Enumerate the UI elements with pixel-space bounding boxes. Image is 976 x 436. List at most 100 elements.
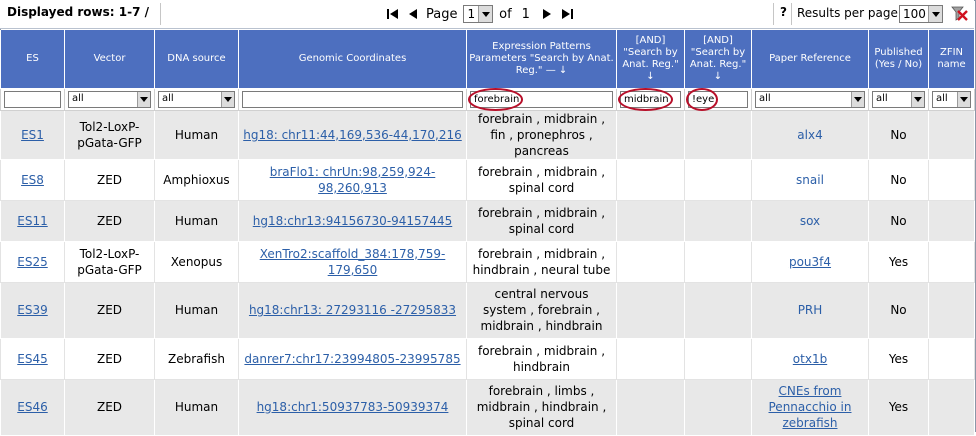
paper-cell: otx1b <box>751 337 869 380</box>
expression-cell: forebrain , midbrain , spinal cord <box>466 158 617 201</box>
filter-cell <box>238 88 467 111</box>
vector-filter-value: all <box>72 93 84 104</box>
and-filter-input-1[interactable]: midbrain <box>618 87 681 111</box>
es-filter-input[interactable] <box>4 90 61 108</box>
coordinates-link[interactable]: danrer7:chr17:23994805-23995785 <box>244 352 460 366</box>
filter-cell: forebrain <box>466 87 617 111</box>
vector-cell: ZED <box>64 199 155 242</box>
header-zfin-name[interactable]: ZFIN name <box>928 30 975 89</box>
and-cell-1 <box>616 109 685 160</box>
vector-cell: ZED <box>64 337 155 380</box>
results-per-page-value: 100 <box>903 7 926 21</box>
toolbar: Displayed rows: 1-7 / Page 1 of 1 ? Resu… <box>0 0 974 29</box>
vector-cell: ZED <box>64 158 155 201</box>
es-link[interactable]: ES45 <box>17 352 47 366</box>
prev-page-icon[interactable] <box>406 7 420 21</box>
expression-filter-input[interactable]: forebrain <box>467 87 613 111</box>
last-page-icon[interactable] <box>560 7 574 21</box>
coordinates-link[interactable]: hg18:chr13: 27293116 -27295833 <box>249 303 456 317</box>
table-row: ES45 ZED Zebrafish danrer7:chr17:2399480… <box>0 337 975 380</box>
help-button[interactable]: ? <box>780 5 787 19</box>
next-page-icon[interactable] <box>540 7 554 21</box>
es-link[interactable]: ES46 <box>17 400 47 414</box>
and-filter-input-2[interactable]: !eye <box>685 87 748 111</box>
es-cell: ES25 <box>0 240 65 283</box>
dropdown-arrow-icon <box>137 91 150 107</box>
displayed-rows-label: Displayed rows: 1-7 / <box>7 5 149 19</box>
paper-filter-select[interactable]: all <box>755 90 865 108</box>
paper-cell: sox <box>751 199 869 242</box>
dna-source-filter-select[interactable]: all <box>158 90 235 108</box>
header-dna-source[interactable]: DNA source <box>154 30 239 89</box>
vector-cell: ZED <box>64 378 155 436</box>
coordinates-link[interactable]: hg18: chr11:44,169,536-44,170,216 <box>243 128 462 142</box>
filter-cell <box>0 88 65 111</box>
filter-cell: all <box>154 88 239 111</box>
expression-cell: forebrain , midbrain , spinal cord <box>466 199 617 242</box>
published-cell: Yes <box>868 240 929 283</box>
coordinates-link[interactable]: hg18:chr13:94156730-94157445 <box>253 214 452 228</box>
published-filter-select[interactable]: all <box>872 90 925 108</box>
table-row: ES1 Tol2-LoxP-pGata-GFP Human hg18: chr1… <box>0 109 975 160</box>
published-filter-value: all <box>876 93 888 104</box>
filter-row: all all forebrain midbrain !eye all all … <box>0 87 975 111</box>
expression-cell: forebrain , midbrain , fin , pronephros … <box>466 109 617 160</box>
expression-cell: forebrain , midbrain , hindbrain , neura… <box>466 240 617 283</box>
dropdown-arrow-icon <box>851 91 864 107</box>
coordinates-link[interactable]: hg18:chr1:50937783-50939374 <box>257 400 449 414</box>
and-cell-2 <box>684 199 752 242</box>
paper-link[interactable]: pou3f4 <box>789 255 831 269</box>
header-and-anat-reg-2[interactable]: [AND] "Search by Anat. Reg." ↓ <box>684 30 752 89</box>
zfin-filter-select[interactable]: all <box>932 90 971 108</box>
coordinates-filter-input[interactable] <box>242 90 463 108</box>
table-row: ES11 ZED Human hg18:chr13:94156730-94157… <box>0 199 975 242</box>
paper-link[interactable]: CNEs from Pennacchio in zebrafish <box>769 384 852 430</box>
coordinates-link[interactable]: braFlo1: chrUn:98,259,924-98,260,913 <box>270 165 436 195</box>
paper-link[interactable]: otx1b <box>793 352 827 366</box>
coordinates-link[interactable]: XenTro2:scaffold_384:178,759-179,650 <box>260 247 446 277</box>
results-per-page-select[interactable]: 100 <box>899 5 943 23</box>
zfin-cell <box>928 199 975 242</box>
results-per-page-label: Results per page <box>797 6 898 20</box>
vector-filter-select[interactable]: all <box>68 90 151 108</box>
toolbar-divider <box>773 3 774 25</box>
paper-link[interactable]: snail <box>796 173 824 187</box>
vector-cell: ZED <box>64 281 155 339</box>
page-select[interactable]: 1 <box>463 5 494 23</box>
paper-filter-value: all <box>759 93 771 104</box>
header-row: ES Vector DNA source Genomic Coordinates… <box>0 30 975 89</box>
es-link[interactable]: ES11 <box>17 214 47 228</box>
es-link[interactable]: ES8 <box>21 173 44 187</box>
zfin-cell <box>928 378 975 436</box>
zfin-filter-value: all <box>936 93 948 104</box>
header-vector[interactable]: Vector <box>64 30 155 89</box>
paper-cell: pou3f4 <box>751 240 869 283</box>
paper-link[interactable]: alx4 <box>797 128 822 142</box>
coordinates-cell: braFlo1: chrUn:98,259,924-98,260,913 <box>238 158 467 201</box>
es-link[interactable]: ES25 <box>17 255 47 269</box>
and-cell-2 <box>684 240 752 283</box>
header-genomic-coordinates[interactable]: Genomic Coordinates <box>238 30 467 89</box>
clear-filters-icon[interactable] <box>951 5 968 22</box>
dna-source-cell: Xenopus <box>154 240 239 283</box>
dna-source-cell: Human <box>154 281 239 339</box>
first-page-icon[interactable] <box>386 7 400 21</box>
header-paper-reference[interactable]: Paper Reference <box>751 30 869 89</box>
dna-source-cell: Human <box>154 199 239 242</box>
paper-link[interactable]: PRH <box>798 303 823 317</box>
dna-source-filter-value: all <box>162 93 174 104</box>
paper-link[interactable]: sox <box>800 214 820 228</box>
and-cell-1 <box>616 378 685 436</box>
and-cell-2 <box>684 158 752 201</box>
coordinates-cell: hg18:chr13:94156730-94157445 <box>238 199 467 242</box>
toolbar-divider <box>791 3 792 25</box>
header-published[interactable]: Published (Yes / No) <box>868 30 929 89</box>
es-link[interactable]: ES39 <box>17 303 47 317</box>
header-es[interactable]: ES <box>0 30 65 89</box>
header-expression-patterns[interactable]: Expression Patterns Parameters "Search b… <box>466 30 617 89</box>
header-and-anat-reg-1[interactable]: [AND] "Search by Anat. Reg." ↓ <box>616 30 685 89</box>
published-cell: Yes <box>868 378 929 436</box>
es-link[interactable]: ES1 <box>21 128 44 142</box>
es-cell: ES39 <box>0 281 65 339</box>
dna-source-cell: Zebrafish <box>154 337 239 380</box>
